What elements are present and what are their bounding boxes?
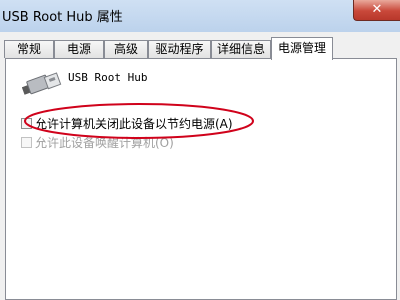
window-title: USB Root Hub 属性 xyxy=(2,10,123,25)
close-icon: ✕ xyxy=(371,2,383,17)
tab-advanced[interactable]: 高级 xyxy=(104,40,148,58)
device-name: USB Root Hub xyxy=(68,71,148,84)
tab-driver[interactable]: 驱动程序 xyxy=(148,40,211,58)
title-bar[interactable]: USB Root Hub 属性 ✕ xyxy=(0,0,400,32)
allow-wake-option: 允许此设备唤醒计算机(O) xyxy=(21,134,174,150)
tab-general[interactable]: 常规 xyxy=(4,40,54,58)
tab-label: 详细信息 xyxy=(216,42,265,56)
tab-label: 驱动程序 xyxy=(155,42,204,56)
tab-label: 常规 xyxy=(16,42,41,56)
allow-wake-label: 允许此设备唤醒计算机(O) xyxy=(35,135,174,150)
usb-connector-icon xyxy=(22,72,62,95)
tab-label: 电源管理 xyxy=(277,41,326,55)
tab-panel-power-management: USB Root Hub 允许计算机关闭此设备以节约电源(A) 允许此设备唤醒计… xyxy=(5,58,397,300)
tab-label: 高级 xyxy=(113,42,138,56)
tab-power-management[interactable]: 电源管理 xyxy=(271,37,333,60)
allow-wake-checkbox xyxy=(21,136,32,148)
allow-turn-off-option[interactable]: 允许计算机关闭此设备以节约电源(A) xyxy=(21,115,233,131)
tab-strip: 常规 电源 高级 驱动程序 详细信息 电源管理 xyxy=(0,37,400,60)
close-button[interactable]: ✕ xyxy=(353,0,400,21)
tab-power[interactable]: 电源 xyxy=(54,40,104,58)
tab-details[interactable]: 详细信息 xyxy=(211,40,271,58)
allow-turn-off-label: 允许计算机关闭此设备以节约电源(A) xyxy=(35,116,233,131)
tab-label: 电源 xyxy=(66,42,91,56)
allow-turn-off-checkbox[interactable] xyxy=(21,117,32,129)
